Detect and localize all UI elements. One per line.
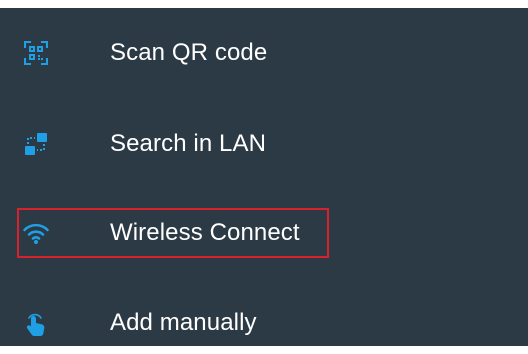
menu-item-scan-qr-code[interactable]: Scan QR code (0, 13, 528, 93)
menu-item-label: Wireless Connect (110, 219, 300, 246)
qr-code-icon (22, 39, 50, 67)
menu-item-add-manually[interactable]: Add manually (0, 283, 528, 354)
menu-item-label: Add manually (110, 309, 257, 336)
menu-item-search-in-lan[interactable]: Search in LAN (0, 104, 528, 184)
menu-item-wireless-connect[interactable]: Wireless Connect (0, 193, 528, 273)
menu-item-label: Scan QR code (110, 39, 268, 66)
hand-pointer-icon (22, 309, 50, 337)
lan-devices-icon (22, 130, 50, 158)
menu-item-label: Search in LAN (110, 130, 267, 157)
screen: Scan QR code Search in LAN Wireless Conn… (0, 0, 528, 354)
wifi-icon (22, 219, 50, 247)
